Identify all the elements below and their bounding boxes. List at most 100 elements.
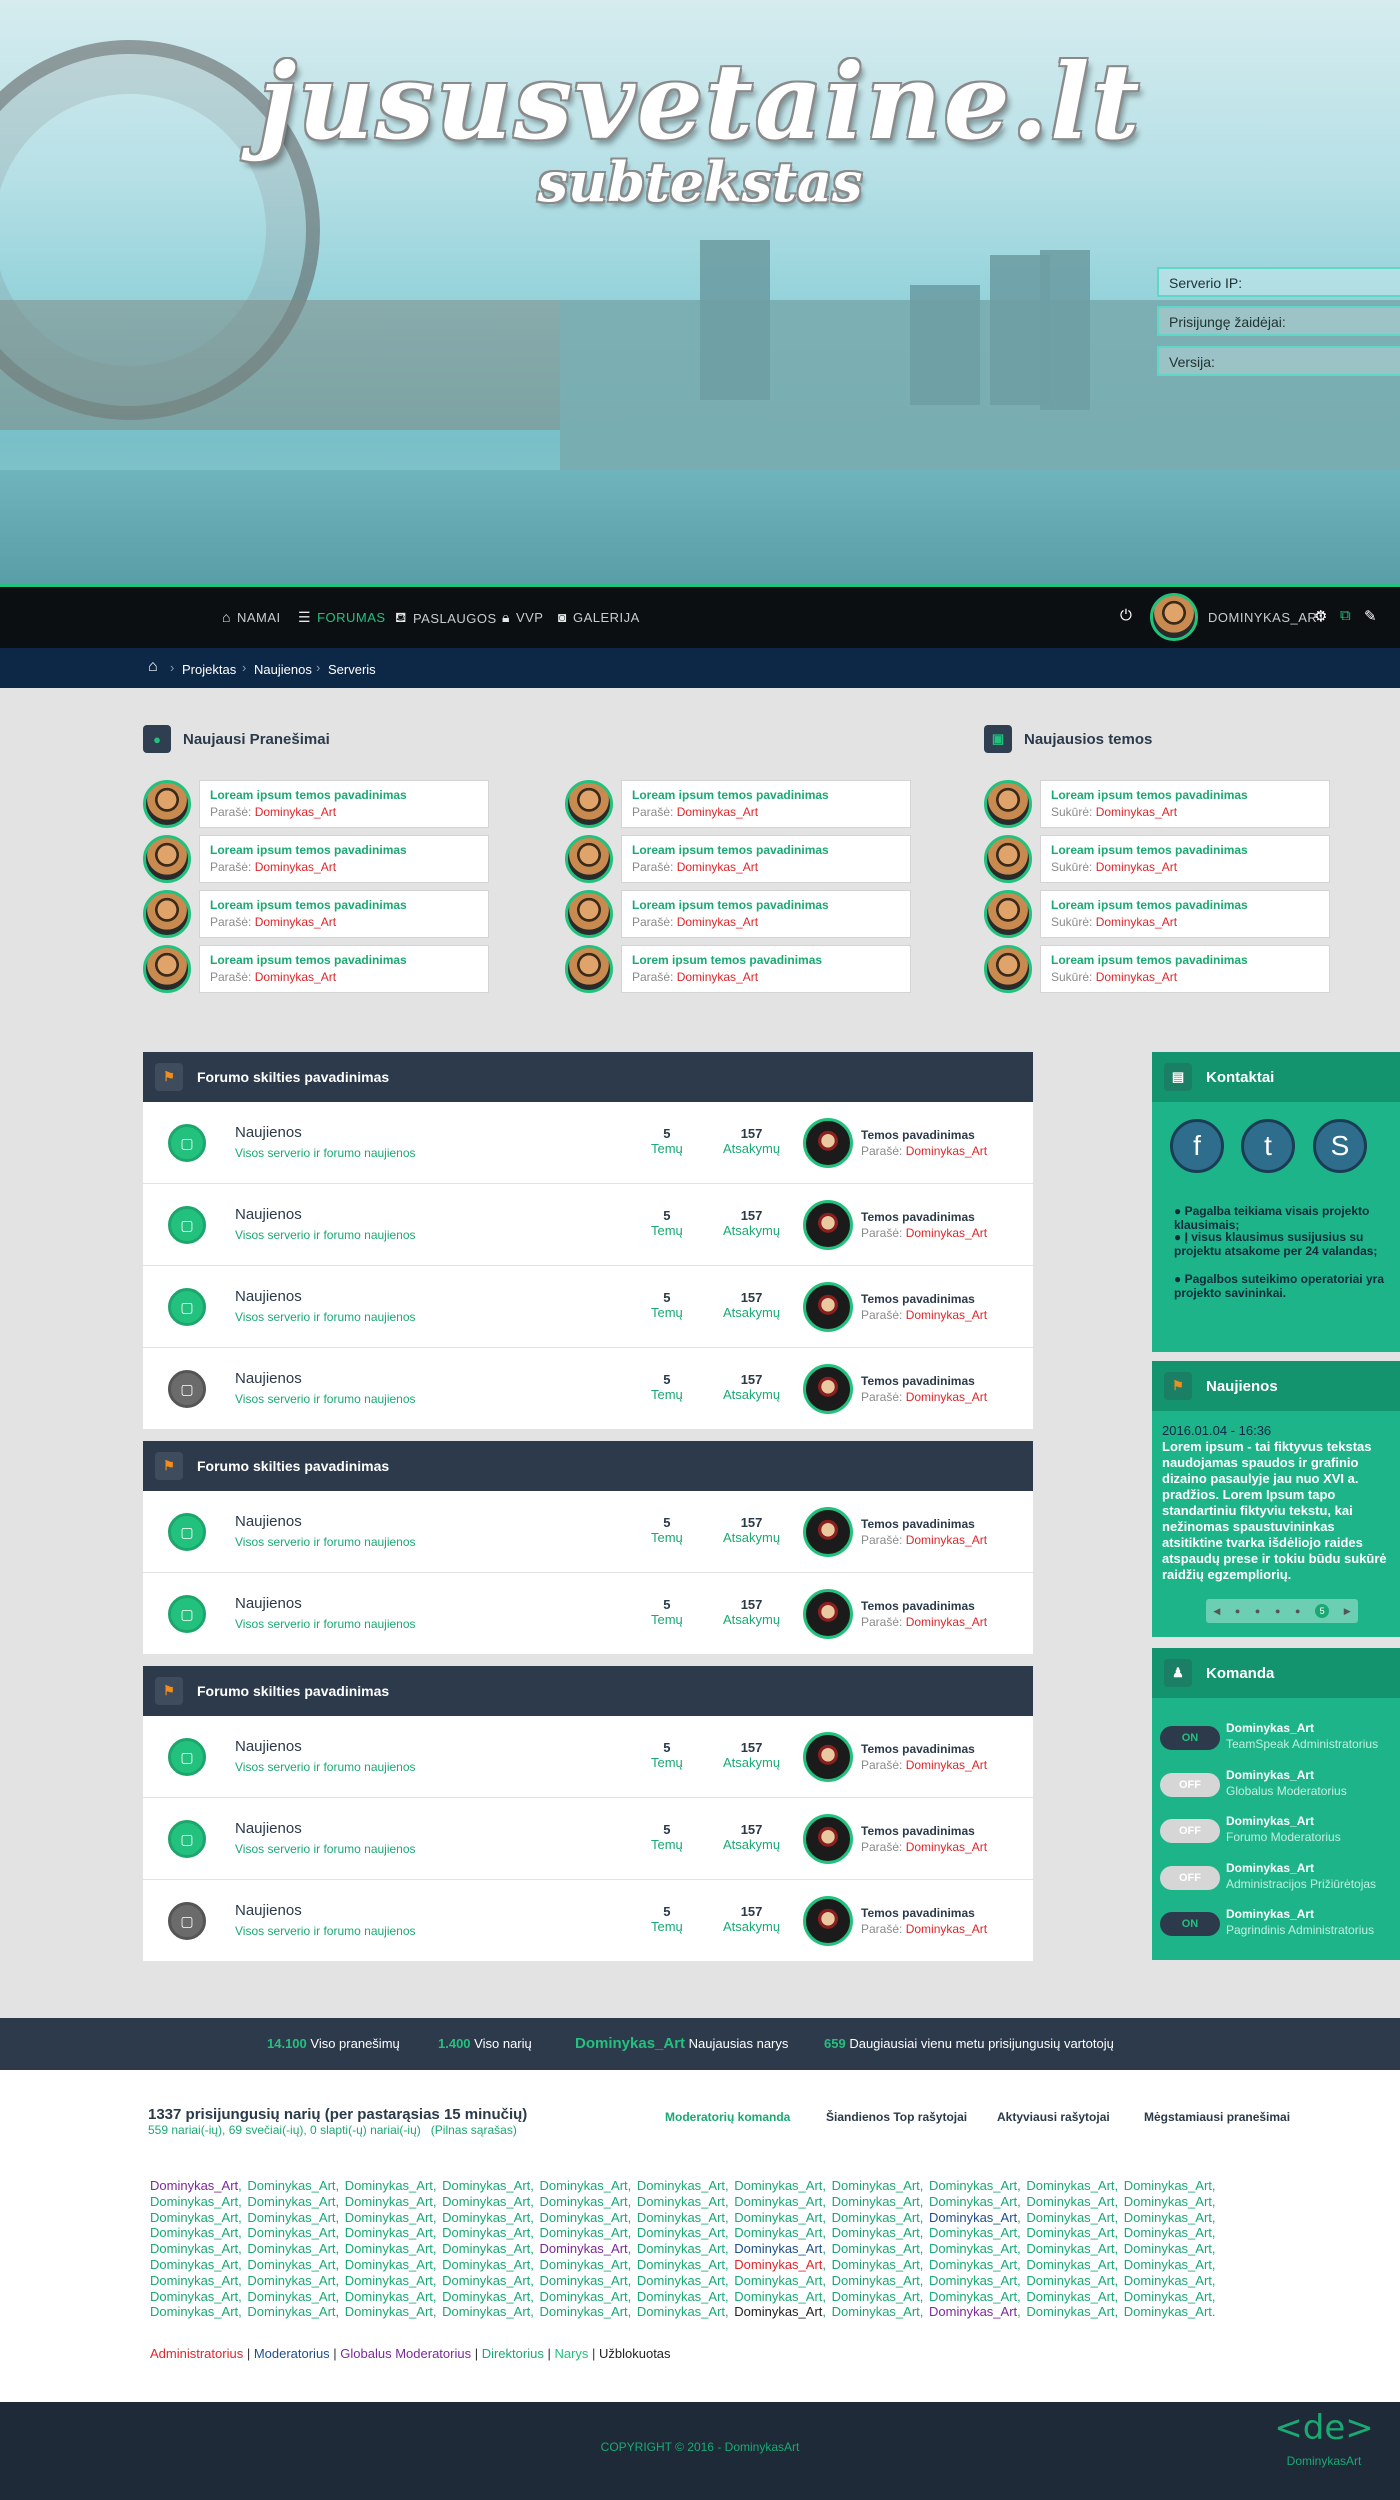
last-post-avatar[interactable]	[803, 1364, 853, 1414]
windows-icon[interactable]: ⧉	[1340, 607, 1351, 624]
last-post-title[interactable]: Temos pavadinimas	[861, 1210, 975, 1224]
online-user-link[interactable]: Dominykas_Art	[832, 2273, 920, 2288]
online-user-link[interactable]: Dominykas_Art	[734, 2178, 822, 2193]
recent-post-card[interactable]: Loream ipsum temos pavadinimas Sukūrė: Do…	[1040, 945, 1330, 993]
online-user-link[interactable]: Dominykas_Art	[929, 2241, 1017, 2256]
online-user-link[interactable]: Dominykas_Art	[929, 2273, 1017, 2288]
full-list-link[interactable]: (Pilnas sąrašas)	[431, 2123, 517, 2137]
recent-post-title[interactable]: Loream ipsum temos pavadinimas	[632, 898, 900, 912]
forum-row[interactable]: ▢ Naujienos Visos serverio ir forumo nauji…	[143, 1798, 1033, 1880]
online-user-link[interactable]: Dominykas_Art	[1026, 2178, 1114, 2193]
online-user-link[interactable]: Dominykas_Art	[540, 2257, 628, 2272]
online-user-link[interactable]: Dominykas_Art	[929, 2257, 1017, 2272]
group-legend-item[interactable]: Administratorius	[150, 2346, 243, 2361]
online-user-link[interactable]: Dominykas_Art	[247, 2194, 335, 2209]
author-link[interactable]: Dominykas_Art	[1096, 860, 1177, 874]
skype-icon[interactable]: S	[1313, 1119, 1367, 1173]
gear-icon[interactable]: ⚙	[1314, 607, 1327, 625]
online-user-link[interactable]: Dominykas_Art	[832, 2178, 920, 2193]
pager-dot-active[interactable]: 5	[1315, 1604, 1330, 1618]
author-avatar[interactable]	[143, 835, 191, 883]
last-post-avatar[interactable]	[803, 1814, 853, 1864]
brand-logo-mark[interactable]: <de>	[1274, 2408, 1374, 2448]
online-user-link[interactable]: Dominykas_Art	[637, 2289, 725, 2304]
online-user-link[interactable]: Dominykas_Art	[929, 2210, 1017, 2225]
online-user-link[interactable]: Dominykas_Art	[1124, 2178, 1212, 2193]
recent-post-card[interactable]: Loream ipsum temos pavadinimas Sukūrė: Do…	[1040, 780, 1330, 828]
author-avatar[interactable]	[565, 780, 613, 828]
brand-name[interactable]: DominykasArt	[1274, 2454, 1374, 2468]
online-user-link[interactable]: Dominykas_Art	[345, 2304, 433, 2319]
author-avatar[interactable]	[984, 945, 1032, 993]
author-avatar[interactable]	[984, 835, 1032, 883]
recent-post-card[interactable]: Loream ipsum temos pavadinimas Sukūrė: Do…	[1040, 835, 1330, 883]
online-user-link[interactable]: Dominykas_Art	[345, 2257, 433, 2272]
online-user-link[interactable]: Dominykas_Art	[345, 2273, 433, 2288]
nav-item-home[interactable]: ⌂ NAMAI	[222, 609, 281, 625]
last-post-title[interactable]: Temos pavadinimas	[861, 1599, 975, 1613]
online-user-link[interactable]: Dominykas_Art	[442, 2257, 530, 2272]
online-user-link[interactable]: Dominykas_Art	[832, 2210, 920, 2225]
facebook-icon[interactable]: f	[1170, 1119, 1224, 1173]
online-user-link[interactable]: Dominykas_Art	[637, 2225, 725, 2240]
online-user-link[interactable]: Dominykas_Art	[637, 2304, 725, 2319]
online-user-link[interactable]: Dominykas_Art	[1124, 2289, 1212, 2304]
breadcrumb-item[interactable]: Serveris	[328, 661, 376, 679]
author-link[interactable]: Dominykas_Art	[906, 1390, 987, 1404]
online-user-link[interactable]: Dominykas_Art	[540, 2241, 628, 2256]
username-label[interactable]: DOMINYKAS_ART	[1208, 610, 1326, 625]
forum-name[interactable]: Naujienos	[235, 1595, 302, 1612]
online-user-link[interactable]: Dominykas_Art	[150, 2289, 238, 2304]
forum-name[interactable]: Naujienos	[235, 1288, 302, 1305]
author-link[interactable]: Dominykas_Art	[677, 805, 758, 819]
author-avatar[interactable]	[143, 945, 191, 993]
author-link[interactable]: Dominykas_Art	[906, 1615, 987, 1629]
recent-post-card[interactable]: Loream ipsum temos pavadinimas Parašė: Do…	[199, 890, 489, 938]
recent-post-title[interactable]: Loream ipsum temos pavadinimas	[1051, 953, 1319, 967]
online-user-link[interactable]: Dominykas_Art	[637, 2257, 725, 2272]
online-user-link[interactable]: Dominykas_Art	[442, 2210, 530, 2225]
recent-post-title[interactable]: Loream ipsum temos pavadinimas	[210, 898, 478, 912]
breadcrumb-item[interactable]: Naujienos	[254, 661, 312, 679]
team-member-name[interactable]: Dominykas_Art	[1226, 1814, 1314, 1828]
recent-post-title[interactable]: Loream ipsum temos pavadinimas	[632, 788, 900, 802]
online-user-link[interactable]: Dominykas_Art	[247, 2225, 335, 2240]
recent-post-title[interactable]: Loream ipsum temos pavadinimas	[1051, 788, 1319, 802]
last-post-title[interactable]: Temos pavadinimas	[861, 1824, 975, 1838]
recent-post-title[interactable]: Loream ipsum temos pavadinimas	[1051, 898, 1319, 912]
recent-post-card[interactable]: Lorem ipsum temos pavadinimas Parašė: Dom…	[621, 945, 911, 993]
online-user-link[interactable]: Dominykas_Art	[929, 2178, 1017, 2193]
author-avatar[interactable]	[143, 780, 191, 828]
online-user-link[interactable]: Dominykas_Art	[832, 2241, 920, 2256]
recent-post-card[interactable]: Loream ipsum temos pavadinimas Parašė: Do…	[621, 780, 911, 828]
online-user-link[interactable]: Dominykas_Art	[1026, 2194, 1114, 2209]
online-user-link[interactable]: Dominykas_Art	[1026, 2225, 1114, 2240]
online-user-link[interactable]: Dominykas_Art	[247, 2289, 335, 2304]
online-user-link[interactable]: Dominykas_Art	[1124, 2257, 1212, 2272]
active-writers-link[interactable]: Aktyviausi rašytojai	[997, 2110, 1110, 2124]
status-toggle[interactable]: OFF	[1160, 1772, 1220, 1797]
status-toggle[interactable]: OFF	[1160, 1865, 1220, 1890]
forum-name[interactable]: Naujienos	[235, 1206, 302, 1223]
favorite-posts-link[interactable]: Mėgstamiausi pranešimai	[1144, 2110, 1290, 2124]
forum-row[interactable]: ▢ Naujienos Visos serverio ir forumo nauji…	[143, 1491, 1033, 1573]
author-avatar[interactable]	[565, 890, 613, 938]
last-post-avatar[interactable]	[803, 1732, 853, 1782]
online-user-link[interactable]: Dominykas_Art	[442, 2194, 530, 2209]
group-legend-item[interactable]: Užblokuotas	[599, 2346, 671, 2361]
online-user-link[interactable]: Dominykas_Art	[1124, 2225, 1212, 2240]
online-user-link[interactable]: Dominykas_Art	[1026, 2304, 1114, 2319]
recent-post-card[interactable]: Loream ipsum temos pavadinimas Parašė: Do…	[199, 780, 489, 828]
recent-post-title[interactable]: Lorem ipsum temos pavadinimas	[632, 953, 900, 967]
author-link[interactable]: Dominykas_Art	[906, 1840, 987, 1854]
group-legend-item[interactable]: Moderatorius	[254, 2346, 330, 2361]
forum-name[interactable]: Naujienos	[235, 1820, 302, 1837]
moderators-team-link[interactable]: Moderatorių komanda	[665, 2110, 790, 2124]
forum-row[interactable]: ▢ Naujienos Visos serverio ir forumo nauji…	[143, 1266, 1033, 1348]
online-user-link[interactable]: Dominykas_Art	[345, 2178, 433, 2193]
forum-row[interactable]: ▢ Naujienos Visos serverio ir forumo nauji…	[143, 1573, 1033, 1655]
online-user-link[interactable]: Dominykas_Art	[832, 2304, 920, 2319]
online-user-link[interactable]: Dominykas_Art	[150, 2225, 238, 2240]
power-icon[interactable]: ⏻	[1120, 607, 1132, 624]
last-post-title[interactable]: Temos pavadinimas	[861, 1517, 975, 1531]
